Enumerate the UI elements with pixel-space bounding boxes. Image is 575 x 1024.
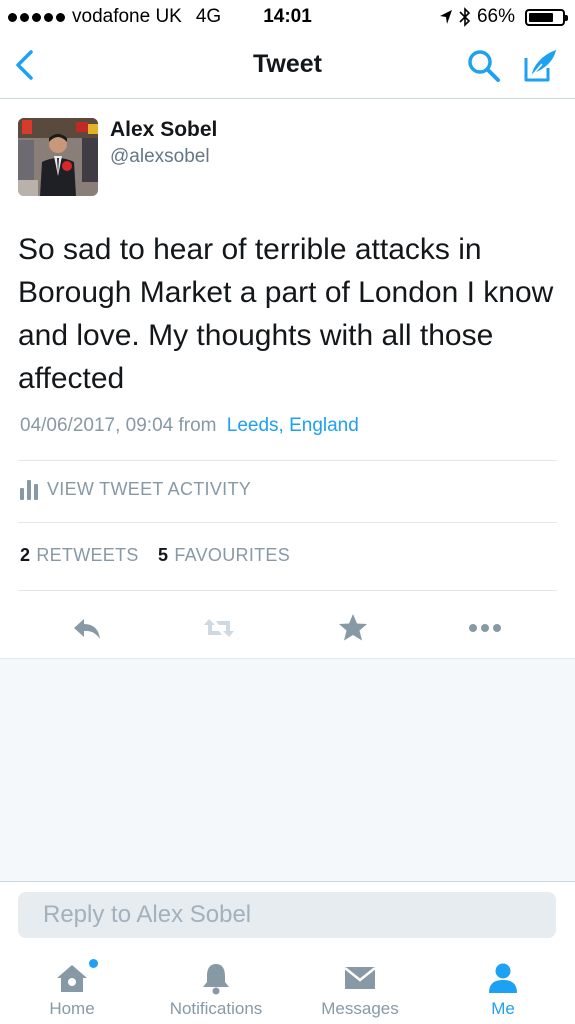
engagement-counts: 2 RETWEETS 5 FAVOURITES bbox=[20, 545, 290, 566]
retweets-label: RETWEETS bbox=[36, 545, 139, 565]
search-icon[interactable] bbox=[466, 48, 502, 84]
avatar-image bbox=[18, 118, 98, 196]
battery-percent: 66% bbox=[476, 6, 515, 27]
tweet-location-link[interactable]: Leeds, England bbox=[227, 415, 359, 436]
home-notification-dot bbox=[89, 959, 98, 968]
tab-messages-label: Messages bbox=[321, 999, 399, 1018]
status-bar: vodafone UK 4G 14:01 66% bbox=[0, 0, 575, 34]
status-right: 66% bbox=[439, 6, 568, 28]
location-arrow-icon bbox=[439, 10, 452, 24]
reply-input[interactable] bbox=[18, 892, 556, 938]
home-icon bbox=[57, 965, 87, 992]
tab-notifications[interactable]: Notifications bbox=[160, 947, 272, 1024]
view-tweet-activity-button[interactable]: VIEW TWEET ACTIVITY bbox=[20, 478, 251, 500]
bell-icon bbox=[203, 964, 229, 995]
retweets-stat[interactable]: 2 RETWEETS bbox=[20, 545, 139, 565]
compose-icon[interactable] bbox=[522, 46, 560, 84]
tab-me[interactable]: Me bbox=[458, 947, 548, 1024]
favourite-icon[interactable] bbox=[336, 611, 370, 645]
bar-chart-icon bbox=[20, 478, 38, 500]
divider bbox=[18, 522, 557, 523]
envelope-icon bbox=[344, 967, 376, 989]
tab-me-label: Me bbox=[491, 999, 515, 1018]
tab-messages[interactable]: Messages bbox=[310, 947, 410, 1024]
tweet-text: So sad to hear of terrible attacks in Bo… bbox=[18, 233, 554, 395]
avatar[interactable] bbox=[18, 118, 98, 196]
author-handle[interactable]: @alexsobel bbox=[110, 146, 210, 168]
more-icon[interactable] bbox=[468, 611, 502, 645]
tab-home-label: Home bbox=[49, 999, 95, 1018]
tab-home[interactable]: Home bbox=[22, 947, 122, 1024]
activity-label: VIEW TWEET ACTIVITY bbox=[47, 478, 252, 499]
favourites-count: 5 bbox=[158, 545, 169, 565]
divider bbox=[18, 590, 557, 591]
person-icon bbox=[489, 963, 517, 993]
tweet-from-label: from bbox=[178, 415, 217, 436]
tweet-detail: Alex Sobel @alexsobel So sad to hear of … bbox=[0, 98, 575, 658]
battery-icon bbox=[525, 8, 568, 26]
reply-bar bbox=[0, 881, 575, 948]
tab-notifications-label: Notifications bbox=[169, 999, 263, 1018]
favourites-stat[interactable]: 5 FAVOURITES bbox=[158, 545, 290, 565]
retweet-icon[interactable] bbox=[202, 611, 236, 645]
favourites-label: FAVOURITES bbox=[174, 545, 291, 565]
divider bbox=[18, 460, 557, 461]
navigation-bar: Tweet bbox=[0, 34, 575, 99]
tweet-meta: 04/06/2017, 09:04 from Leeds, England bbox=[20, 415, 359, 437]
author-name[interactable]: Alex Sobel bbox=[110, 118, 217, 142]
retweets-count: 2 bbox=[20, 545, 31, 565]
tweet-actions bbox=[0, 603, 575, 653]
tweet-timestamp: 04/06/2017, 09:04 bbox=[20, 415, 174, 436]
empty-replies-area bbox=[0, 658, 575, 882]
reply-icon[interactable] bbox=[70, 611, 104, 645]
bluetooth-icon bbox=[459, 7, 471, 27]
tab-bar: Home Notifications Messages Me bbox=[0, 947, 575, 1024]
